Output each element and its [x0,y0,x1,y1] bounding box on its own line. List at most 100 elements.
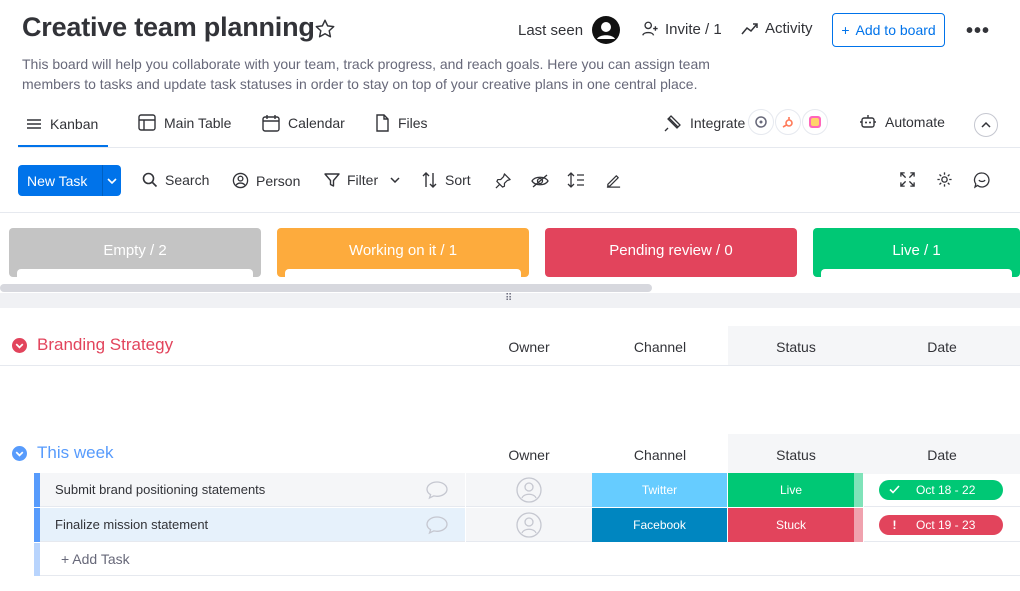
lane-label: Working on it / 1 [348,242,458,259]
task-name[interactable]: Finalize mission statement [40,517,425,532]
date-pill[interactable]: ! Oct 19 - 23 [879,514,1003,535]
column-header-status[interactable]: Status [728,339,864,355]
tab-files[interactable]: Files [374,114,428,132]
search-label: Search [165,172,210,188]
automate-button[interactable]: Automate [859,114,945,130]
chevron-down-icon[interactable] [103,177,121,184]
board-description: This board will help you collaborate wit… [22,56,710,92]
table-row[interactable]: Finalize mission statement [40,508,465,542]
group-title[interactable]: This week [37,443,114,463]
status-cell[interactable]: Live [728,473,854,507]
kanban-card[interactable] [821,269,1012,277]
tab-label: Kanban [50,116,99,132]
integrate-button[interactable]: Integrate [664,114,745,132]
search-button[interactable]: Search [142,172,209,188]
column-header-owner[interactable]: Owner [466,339,592,355]
filter-label: Filter [347,172,379,188]
automate-label: Automate [885,114,945,130]
status-cell[interactable]: Stuck [728,508,854,542]
kanban-lane-pending-review[interactable]: Pending review / 0 [545,228,797,277]
invite-label: Invite / 1 [665,20,722,38]
plus-icon: + [841,22,850,38]
collapse-group-icon[interactable] [12,337,27,353]
kanban-lane-empty[interactable]: Empty / 2 [9,228,261,277]
lane-label: Pending review / 0 [609,242,733,259]
group-divider [0,365,1020,366]
plug-icon [664,114,682,132]
channel-cell[interactable]: Facebook [592,508,727,542]
kanban-lane-working-on-it[interactable]: Working on it / 1 [277,228,529,277]
toolbar-divider [0,212,1020,213]
column-header-owner[interactable]: Owner [466,447,592,463]
date-cell[interactable]: Oct 18 - 22 [864,473,1020,507]
column-header-status[interactable]: Status [728,447,864,463]
group-header-branding-strategy[interactable]: Branding Strategy [12,335,173,355]
drag-handle-icon[interactable]: ⠿ [505,293,513,304]
kanban-scrollbar[interactable] [0,284,652,292]
settings-gear-icon[interactable] [936,171,953,188]
person-label: Person [256,172,301,189]
tab-main-table[interactable]: Main Table [138,114,231,132]
tab-label: Files [398,115,428,131]
fullscreen-icon[interactable] [899,171,916,188]
group-title[interactable]: Branding Strategy [37,335,173,355]
last-seen-label: Last seen [518,22,584,39]
feedback-icon[interactable] [973,171,991,189]
channel-cell[interactable]: Twitter [592,473,727,507]
add-to-board-label: Add to board [855,22,936,38]
star-icon[interactable] [314,18,336,40]
tab-label: Main Table [164,115,232,131]
collapse-header-button[interactable] [974,113,998,137]
table-row[interactable]: Submit brand positioning statements [40,473,465,507]
new-task-button[interactable]: New Task [18,165,121,196]
add-task-row[interactable]: + Add Task [40,543,1020,576]
column-header-channel[interactable]: Channel [592,339,728,355]
column-header-date[interactable]: Date [864,447,1020,463]
table-icon [138,114,156,132]
collapse-group-icon[interactable] [12,445,27,461]
activity-label: Activity [765,20,813,37]
tab-calendar[interactable]: Calendar [262,114,345,132]
hide-icon[interactable] [531,173,549,189]
task-name[interactable]: Submit brand positioning statements [40,482,425,497]
calendar-icon [262,114,280,132]
tab-kanban[interactable]: Kanban [26,116,98,132]
hubspot-icon[interactable] [775,109,801,135]
filter-button[interactable]: Filter [324,172,378,188]
file-icon [374,114,390,132]
comment-icon[interactable] [425,480,449,500]
person-filter-button[interactable]: Person [232,172,300,189]
activity-button[interactable]: Activity [741,20,813,37]
date-pill[interactable]: Oct 18 - 22 [879,479,1003,500]
last-seen-avatar[interactable] [592,16,620,44]
mailchimp-icon[interactable] [748,109,774,135]
chevron-down-icon[interactable] [390,177,400,183]
column-header-date[interactable]: Date [864,339,1020,355]
tab-label: Calendar [288,115,345,131]
column-header-channel[interactable]: Channel [592,447,728,463]
kanban-card[interactable] [17,269,253,277]
invite-button[interactable]: Invite / 1 [641,20,722,38]
filter-icon [324,172,340,188]
kanban-card[interactable] [285,269,521,277]
row-height-icon[interactable] [567,171,585,189]
robot-icon [859,114,877,130]
sort-button[interactable]: Sort [422,172,471,188]
comment-icon[interactable] [425,515,449,535]
pin-icon[interactable] [495,172,512,189]
integrate-label: Integrate [690,115,746,131]
sort-icon [422,172,438,188]
more-options-button[interactable]: ••• [966,20,990,43]
status-cell-edge [854,473,863,507]
board-title[interactable]: Creative team planning [22,12,315,43]
owner-cell[interactable] [466,508,592,542]
app-integration-icon[interactable] [802,109,828,135]
kanban-lane-live[interactable]: Live / 1 [813,228,1020,277]
person-placeholder-icon [516,476,542,503]
add-task-input[interactable]: + Add Task [40,551,130,567]
owner-cell[interactable] [466,473,592,507]
add-to-board-button[interactable]: + Add to board [832,13,945,47]
group-header-this-week[interactable]: This week [12,443,114,463]
color-pen-icon[interactable] [605,172,622,189]
date-cell[interactable]: ! Oct 19 - 23 [864,508,1020,542]
